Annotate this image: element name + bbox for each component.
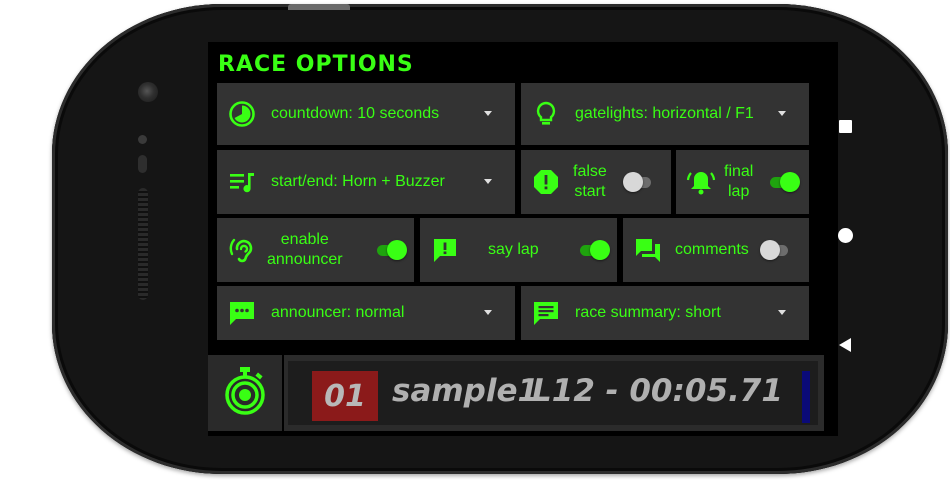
- comments-label: comments: [675, 241, 749, 258]
- race-status-panel: 01 sample1 L12 - 00:05.71: [288, 361, 818, 425]
- message-text-icon: [531, 298, 561, 328]
- final-lap-toggle[interactable]: [768, 171, 800, 193]
- announcer-enable-label-line2: announcer: [267, 251, 343, 268]
- message-dots-icon: [227, 298, 257, 328]
- speech-alert-icon: [430, 235, 460, 265]
- start-end-select[interactable]: start/end: Horn + Buzzer: [217, 150, 515, 214]
- final-lap-toggle-tile[interactable]: final lap: [676, 150, 809, 214]
- announcer-enable-label: enable announcer: [267, 230, 343, 270]
- stopwatch-icon: [223, 366, 267, 421]
- recents-button[interactable]: [839, 120, 852, 133]
- chevron-down-icon: [778, 111, 786, 116]
- start-end-label: start/end: Horn + Buzzer: [271, 173, 445, 190]
- race-status-bar: 01 sample1 L12 - 00:05.71: [284, 355, 824, 431]
- toggle-knob: [623, 172, 643, 192]
- race-summary-label: race summary: short: [575, 304, 721, 321]
- lightbulb-icon: [531, 99, 561, 129]
- music-list-icon: [227, 167, 257, 197]
- race-summary-select[interactable]: race summary: short: [521, 286, 809, 340]
- false-start-label: false start: [573, 162, 607, 202]
- home-button[interactable]: [838, 228, 853, 243]
- toggle-knob: [387, 240, 407, 260]
- false-start-label-line2: start: [574, 183, 606, 200]
- chevron-down-icon: [484, 111, 492, 116]
- say-lap-toggle-tile[interactable]: say lap: [420, 218, 617, 282]
- forum-icon: [633, 235, 663, 265]
- say-lap-toggle[interactable]: [578, 239, 610, 261]
- announcer-label: announcer: normal: [271, 304, 405, 321]
- false-start-label-line1: false: [573, 163, 607, 180]
- app-screen: RACE OPTIONS countdown: 10 seconds gatel…: [208, 42, 838, 436]
- lane-color-indicator: [802, 371, 810, 423]
- stopwatch-button[interactable]: [208, 355, 282, 431]
- timer-icon: [227, 99, 257, 129]
- power-button: [288, 4, 350, 10]
- false-start-toggle[interactable]: [623, 171, 653, 193]
- hearing-icon: [227, 235, 257, 265]
- chevron-down-icon: [778, 310, 786, 315]
- light-sensor: [138, 155, 147, 173]
- proximity-sensor: [138, 135, 147, 144]
- toggle-knob: [590, 240, 610, 260]
- chevron-down-icon: [484, 310, 492, 315]
- announcer-enable-toggle-tile[interactable]: enable announcer: [217, 218, 414, 282]
- lap-time: L12 - 00:05.71: [532, 373, 783, 409]
- back-button[interactable]: [839, 338, 851, 352]
- toggle-knob: [780, 172, 800, 192]
- announcer-enable-toggle[interactable]: [375, 239, 407, 261]
- front-camera: [138, 82, 158, 102]
- page-title: RACE OPTIONS: [218, 52, 414, 77]
- say-lap-label: say lap: [488, 241, 539, 258]
- countdown-select[interactable]: countdown: 10 seconds: [217, 83, 515, 145]
- comments-toggle[interactable]: [760, 239, 790, 261]
- phone-frame: RACE OPTIONS countdown: 10 seconds gatel…: [52, 4, 948, 474]
- announcer-enable-label-line1: enable: [280, 231, 329, 248]
- warning-octagon-icon: [531, 167, 561, 197]
- racer-name: sample1: [392, 373, 540, 409]
- final-lap-label-line1: final: [724, 163, 754, 180]
- countdown-label: countdown: 10 seconds: [271, 105, 440, 122]
- gatelights-select[interactable]: gatelights: horizontal / F1: [521, 83, 809, 145]
- earpiece-speaker: [138, 188, 148, 300]
- bell-ring-icon: [686, 167, 716, 197]
- final-lap-label-line2: lap: [728, 183, 750, 200]
- gatelights-label: gatelights: horizontal / F1: [575, 105, 754, 122]
- comments-toggle-tile[interactable]: comments: [623, 218, 809, 282]
- announcer-select[interactable]: announcer: normal: [217, 286, 515, 340]
- false-start-toggle-tile[interactable]: false start: [521, 150, 671, 214]
- chevron-down-icon: [484, 179, 492, 184]
- race-number-badge: 01: [312, 371, 378, 421]
- final-lap-label: final lap: [724, 162, 753, 202]
- toggle-knob: [760, 240, 780, 260]
